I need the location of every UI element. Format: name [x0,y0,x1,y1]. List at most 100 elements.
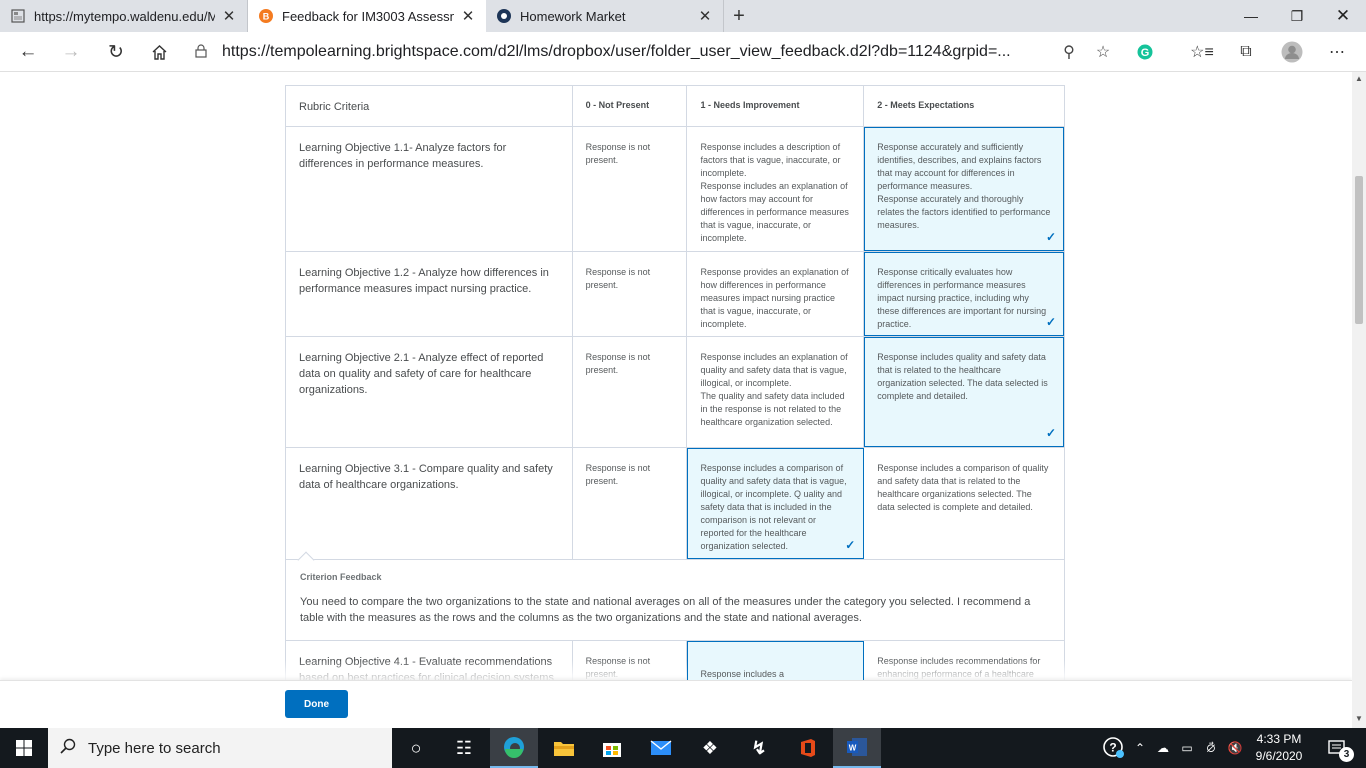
address-bar[interactable]: https://tempolearning.brightspace.com/d2… [188,37,1120,67]
cortana-icon[interactable]: ○ [392,728,440,768]
close-icon[interactable]: ✕ [460,7,476,25]
sticky-footer: Done [0,680,1352,728]
table-row: Learning Objective 2.1 - Analyze effect … [286,337,1064,448]
table-row: Learning Objective 1.1- Analyze factors … [286,127,1064,252]
criterion-name: Learning Objective 3.1 - Compare quality… [286,448,573,559]
done-button[interactable]: Done [285,690,348,718]
system-clock[interactable]: 4:33 PM 9/6/2020 [1250,731,1308,765]
window-close-icon[interactable]: ✕ [1320,0,1366,32]
page-content: Rubric Criteria 0 - Not Present 1 - Need… [0,72,1352,680]
lightning-app-icon[interactable]: ↯ [735,728,783,768]
chevron-up-icon[interactable]: ⌃ [1130,728,1150,768]
search-placeholder: Type here to search [88,739,221,757]
feedback-text: You need to compare the two organization… [300,596,1031,624]
minimize-icon[interactable]: — [1228,0,1274,32]
back-arrow-icon[interactable]: ← [12,36,44,68]
level-description: Response is not present. [573,127,688,251]
task-view-icon[interactable]: ☷ [440,728,488,768]
tab-feedback[interactable]: B Feedback for IM3003 Assessmen ✕ [248,0,486,32]
close-icon[interactable]: ✕ [221,7,237,25]
level-description: Response is not present. [573,337,688,447]
rubric-header-row: Rubric Criteria 0 - Not Present 1 - Need… [286,86,1064,127]
selected-level-cell: Response includes a comparison of qualit… [687,448,865,559]
svg-text:?: ? [1109,741,1116,755]
level-description: Response includes quality and safety dat… [877,352,1048,401]
level-description: Response includes an explanation of qual… [687,337,865,447]
store-icon[interactable] [588,728,636,768]
tab-title: Feedback for IM3003 Assessmen [282,8,454,24]
file-explorer-icon[interactable] [540,728,588,768]
tab-mytempo[interactable]: https://mytempo.waldenu.edu/M ✕ [0,0,248,32]
profile-avatar[interactable] [1276,36,1308,68]
tab-title: https://mytempo.waldenu.edu/M [34,8,215,24]
notification-count-badge: 3 [1339,747,1354,762]
zoom-icon[interactable]: ⚲ [1052,42,1086,62]
tab-title: Homework Market [520,8,626,24]
wifi-icon[interactable]: ⦳ [1200,728,1222,768]
battery-icon[interactable]: ▭ [1176,728,1198,768]
svg-text:W: W [849,744,857,753]
level-description: Response includes a comparison of qualit… [700,463,847,551]
dropbox-icon[interactable]: ❖ [686,728,734,768]
restore-icon[interactable]: ❐ [1274,0,1320,32]
header-criteria: Rubric Criteria [286,86,573,126]
scroll-up-icon[interactable]: ▲ [1352,74,1366,83]
header-level-1: 1 - Needs Improvement [687,86,865,126]
edge-icon[interactable] [490,728,538,768]
help-icon[interactable]: ? [1100,728,1128,768]
level-description: Response accurately and sufficiently ide… [877,142,1051,230]
url-text[interactable]: https://tempolearning.brightspace.com/d2… [214,43,1052,61]
level-description: Response includes a description of facto… [687,127,865,251]
word-icon[interactable]: W [833,728,881,768]
scroll-down-icon[interactable]: ▼ [1352,714,1366,723]
windows-start-icon[interactable] [0,728,48,768]
mail-icon[interactable] [637,728,685,768]
browser-toolbar: ← → ↻ https://tempolearning.brightspace.… [0,32,1366,72]
home-icon[interactable] [143,36,175,68]
header-level-2: 2 - Meets Expectations [877,100,975,110]
svg-text:G: G [1141,47,1150,59]
level-description: Response is not present. [573,448,688,559]
notifications-icon[interactable]: 3 [1318,728,1358,768]
homework-market-icon [496,8,512,24]
selected-level-cell: Response includes quality and safety dat… [864,337,1064,447]
close-icon[interactable]: ✕ [697,7,713,25]
brightspace-icon: B [258,8,274,24]
office-icon[interactable] [784,728,832,768]
table-row: Learning Objective 1.2 - Analyze how dif… [286,252,1064,337]
svg-text:B: B [263,12,270,22]
checkmark-icon: ✓ [845,538,856,552]
level-description: Response is not present. [573,252,688,336]
selected-level-cell: Response accurately and sufficiently ide… [864,127,1064,251]
scrollbar-thumb[interactable] [1355,176,1363,324]
onedrive-icon[interactable]: ☁ [1152,728,1174,768]
refresh-icon[interactable]: ↻ [100,36,132,68]
favorites-icon[interactable]: ☆≡ [1186,36,1218,68]
feedback-label: Criterion Feedback [300,572,382,582]
tab-homework-market[interactable]: Homework Market ✕ [486,0,724,32]
checkmark-icon: ✓ [1045,315,1056,329]
grammarly-icon[interactable]: G [1129,36,1161,68]
checkmark-icon: ✓ [1045,426,1056,440]
header-level-0: 0 - Not Present [573,86,688,126]
new-tab-icon[interactable]: + [724,0,754,32]
browser-tab-strip: https://mytempo.waldenu.edu/M ✕ B Feedba… [0,0,1366,32]
criterion-name: Learning Objective 1.2 - Analyze how dif… [286,252,573,336]
clock-time: 4:33 PM [1256,732,1302,746]
criterion-name: Learning Objective 2.1 - Analyze effect … [286,337,573,447]
level-description: Response critically evaluates how differ… [877,267,1047,329]
lock-icon[interactable] [188,43,214,61]
checkmark-icon: ✓ [1045,230,1056,244]
page-scrollbar[interactable]: ▲ ▼ [1352,72,1366,728]
favorite-star-icon[interactable]: ☆ [1086,42,1120,62]
selected-level-cell: Response critically evaluates how differ… [864,252,1064,336]
forward-arrow-icon[interactable]: → [55,36,87,68]
volume-muted-icon[interactable]: 🔇 [1224,728,1246,768]
more-options-icon[interactable]: ⋯ [1321,36,1353,68]
taskbar-search[interactable]: Type here to search [48,728,392,768]
clock-date: 9/6/2020 [1255,749,1303,763]
level-description: Response includes a recommendation for e… [700,669,785,679]
collections-icon[interactable]: ⧉ [1230,36,1262,68]
criterion-feedback: Criterion Feedback You need to compare t… [286,551,1064,641]
page-icon [10,8,26,24]
